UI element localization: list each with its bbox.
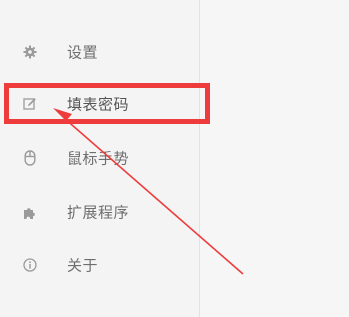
sidebar-item-label: 扩展程序 xyxy=(67,203,130,222)
sidebar-item-label: 鼠标手势 xyxy=(67,149,130,168)
sidebar-item-about[interactable]: 关于 xyxy=(0,245,199,285)
sidebar-item-label: 关于 xyxy=(67,256,99,275)
sidebar-item-extensions[interactable]: 扩展程序 xyxy=(0,192,199,232)
sidebar-item-label: 填表密码 xyxy=(67,95,130,114)
settings-window: 设置 填表密码 鼠标手势 扩展程序 关于 xyxy=(0,0,349,317)
info-icon xyxy=(22,257,38,273)
gear-icon xyxy=(22,44,38,60)
content-pane xyxy=(200,0,349,317)
sidebar-item-label: 设置 xyxy=(67,43,99,62)
mouse-icon xyxy=(22,150,38,166)
puzzle-icon xyxy=(22,204,38,220)
sidebar-item-form-passwords[interactable]: 填表密码 xyxy=(0,84,199,124)
sidebar: 设置 填表密码 鼠标手势 扩展程序 关于 xyxy=(0,0,199,317)
form-edit-icon xyxy=(22,96,38,112)
sidebar-item-mouse-gestures[interactable]: 鼠标手势 xyxy=(0,138,199,178)
sidebar-item-settings[interactable]: 设置 xyxy=(0,32,199,72)
